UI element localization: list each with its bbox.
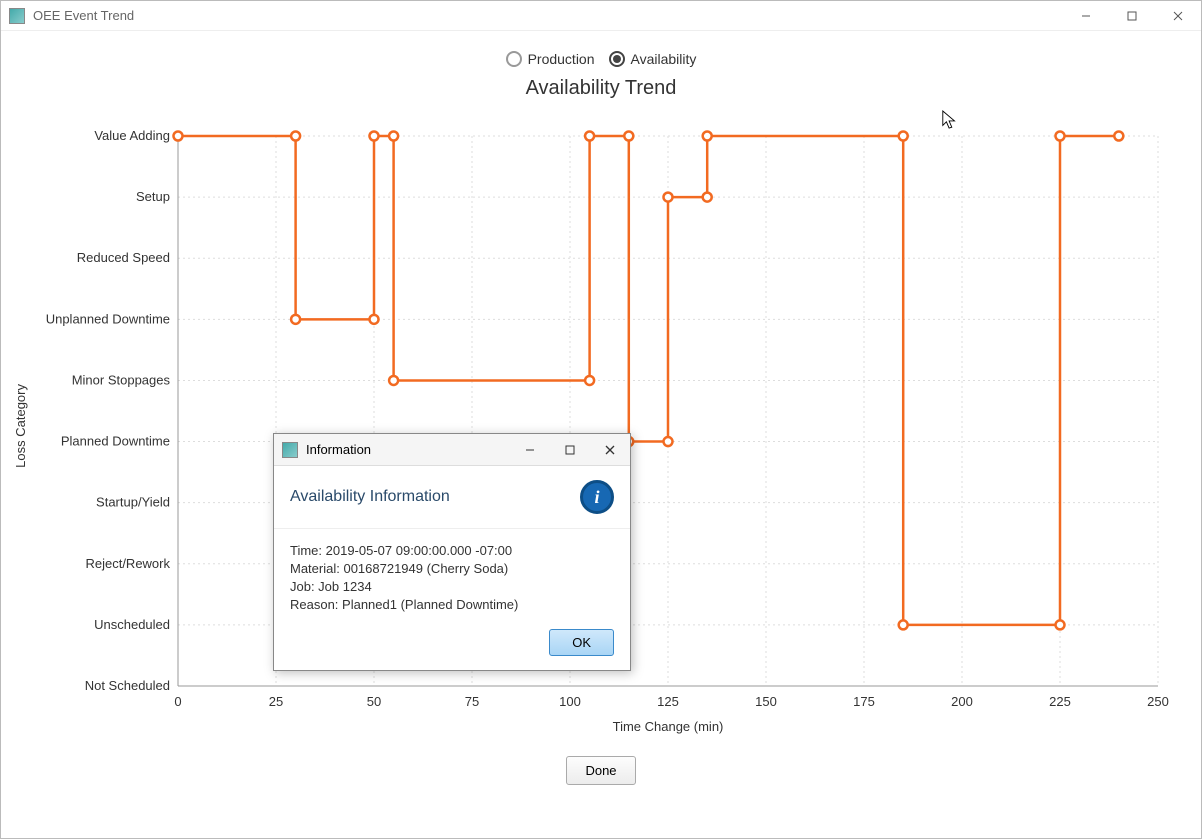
x-tick-label: 100: [559, 694, 581, 709]
chart-title: Availability Trend: [11, 77, 1191, 100]
data-point: [624, 132, 633, 141]
radio-label: Production: [528, 51, 595, 67]
data-point: [370, 315, 379, 324]
x-tick-label: 125: [657, 694, 679, 709]
y-tick-label: Value Adding: [94, 128, 170, 143]
data-point: [1114, 132, 1123, 141]
data-point: [664, 193, 673, 202]
dialog-titlebar: Information: [274, 434, 630, 466]
radio-production[interactable]: Production: [506, 51, 595, 67]
x-axis-label: Time Change (min): [613, 719, 724, 734]
dialog-maximize-button[interactable]: [550, 434, 590, 466]
main-window: OEE Event Trend Production Availability: [0, 0, 1202, 839]
app-icon: [9, 8, 25, 24]
y-tick-label: Setup: [136, 189, 170, 204]
data-point: [899, 132, 908, 141]
data-point: [703, 132, 712, 141]
dialog-line-material: Material: 00168721949 (Cherry Soda): [290, 561, 614, 576]
radio-availability[interactable]: Availability: [609, 51, 697, 67]
dialog-app-icon: [282, 442, 298, 458]
data-point: [291, 315, 300, 324]
dialog-line-time: Time: 2019-05-07 09:00:00.000 -07:00: [290, 543, 614, 558]
close-button[interactable]: [1155, 1, 1201, 31]
y-tick-label: Reduced Speed: [77, 250, 170, 265]
dialog-close-button[interactable]: [590, 434, 630, 466]
y-axis-label: Loss Category: [11, 384, 38, 468]
x-tick-label: 75: [465, 694, 479, 709]
window-title: OEE Event Trend: [33, 8, 1063, 23]
dialog-header: Availability Information i: [274, 466, 630, 529]
dialog-window-title: Information: [306, 442, 510, 457]
data-point: [585, 376, 594, 385]
y-tick-label: Reject/Rework: [85, 556, 170, 571]
data-point: [389, 376, 398, 385]
x-tick-label: 225: [1049, 694, 1071, 709]
dialog-header-title: Availability Information: [290, 488, 450, 506]
minimize-button[interactable]: [1063, 1, 1109, 31]
info-dialog: Information Availability Information i T…: [273, 433, 631, 671]
data-point: [1056, 620, 1065, 629]
x-tick-label: 250: [1147, 694, 1169, 709]
y-tick-label: Startup/Yield: [96, 495, 170, 510]
x-tick-label: 50: [367, 694, 381, 709]
ok-button[interactable]: OK: [549, 629, 614, 656]
titlebar: OEE Event Trend: [1, 1, 1201, 31]
data-point: [389, 132, 398, 141]
dialog-line-job: Job: Job 1234: [290, 579, 614, 594]
y-tick-label: Minor Stoppages: [72, 372, 171, 387]
content-area: Production Availability Availability Tre…: [1, 31, 1201, 795]
dialog-line-reason: Reason: Planned1 (Planned Downtime): [290, 597, 614, 612]
bottom-bar: Done: [11, 756, 1191, 785]
data-point: [291, 132, 300, 141]
done-button[interactable]: Done: [566, 756, 635, 785]
radio-row: Production Availability: [11, 51, 1191, 67]
dialog-body: Time: 2019-05-07 09:00:00.000 -07:00 Mat…: [274, 529, 630, 621]
x-tick-label: 0: [174, 694, 181, 709]
data-point: [703, 193, 712, 202]
y-tick-label: Unplanned Downtime: [46, 311, 170, 326]
x-tick-label: 175: [853, 694, 875, 709]
radio-circle-icon: [506, 51, 522, 67]
x-tick-label: 150: [755, 694, 777, 709]
window-controls: [1063, 1, 1201, 31]
data-point: [899, 620, 908, 629]
y-tick-label: Planned Downtime: [61, 434, 170, 449]
data-point: [1056, 132, 1065, 141]
x-tick-label: 200: [951, 694, 973, 709]
data-point: [370, 132, 379, 141]
data-point: [585, 132, 594, 141]
radio-label: Availability: [631, 51, 697, 67]
y-tick-label: Unscheduled: [94, 617, 170, 632]
maximize-button[interactable]: [1109, 1, 1155, 31]
dialog-minimize-button[interactable]: [510, 434, 550, 466]
radio-circle-icon: [609, 51, 625, 67]
dialog-footer: OK: [274, 621, 630, 670]
data-point: [664, 437, 673, 446]
x-tick-label: 25: [269, 694, 283, 709]
y-tick-label: Not Scheduled: [85, 678, 170, 693]
info-icon: i: [580, 480, 614, 514]
data-point: [174, 132, 183, 141]
